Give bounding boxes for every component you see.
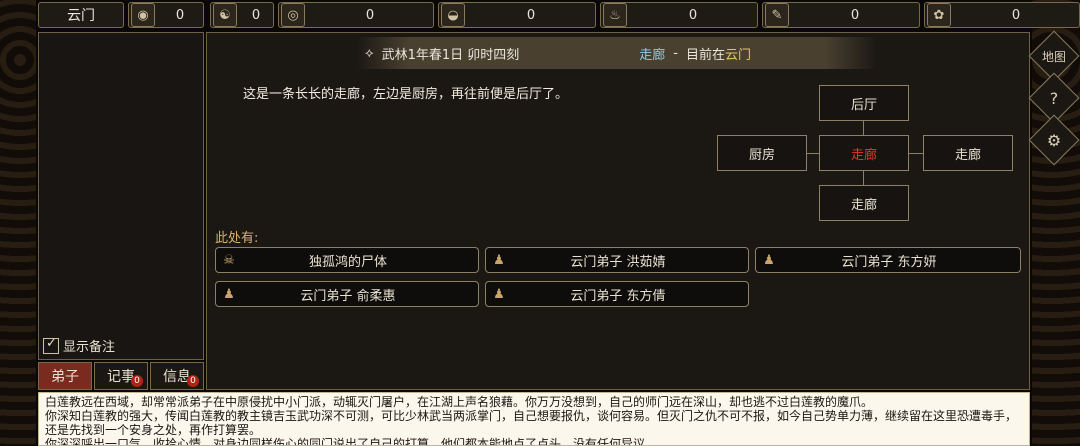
map-link-south <box>863 171 864 185</box>
resource-yinyang-tool[interactable]: ◉ 0 <box>128 2 204 28</box>
map-room-north[interactable]: 后厅 <box>819 85 909 121</box>
room-label: 走廊 <box>850 197 877 213</box>
tab-label: 弟子 <box>51 369 79 385</box>
coin-icon: ◎ <box>281 3 305 27</box>
room-label: 厨房 <box>748 147 775 163</box>
story-line: 白莲教远在西域，却常常派弟子在中原侵扰中小门派，动辄灭门屠户，在江湖上声名狼藉。… <box>45 395 874 409</box>
entity-npc[interactable]: ♟ 云门弟子 洪茹婧 <box>485 247 749 273</box>
help-icon: ? <box>1049 88 1059 108</box>
entity-name: 云门弟子 东方倩 <box>570 288 666 304</box>
main-panel: ⟡ 武林1年春1日 卯时四刻 走廊 - 目前在 云门 这是一条长长的走廊，左边是… <box>206 32 1030 390</box>
settings-icon: ⚙ <box>1046 130 1062 150</box>
yinyang-tool-icon: ◉ <box>131 3 155 27</box>
person-icon: ♟ <box>493 252 505 268</box>
room-label: 后厅 <box>850 97 877 113</box>
map-link-east <box>909 153 923 154</box>
map-link-north <box>863 121 864 135</box>
info-badge: 0 <box>187 375 199 387</box>
header-strip: ⟡ 武林1年春1日 卯时四刻 走廊 - 目前在 云门 <box>357 37 877 69</box>
entity-name: 云门弟子 俞柔惠 <box>300 288 396 304</box>
room-label: 走廊 <box>954 147 981 163</box>
person-icon: ♟ <box>493 286 505 302</box>
here-label: 此处有: <box>215 231 259 246</box>
map-room-west[interactable]: 厨房 <box>717 135 807 171</box>
person-icon: ♟ <box>763 252 775 268</box>
entity-name: 独孤鸿的尸体 <box>308 254 387 270</box>
story-line: 你深知白莲教的强大，传闻白莲教的教主镜吉玉武功深不可测，可比少林武当两派掌门，自… <box>45 409 1018 437</box>
map-room-center: 走廊 <box>819 135 909 171</box>
resource-value: 0 <box>526 7 536 23</box>
resource-coin[interactable]: ◎ 0 <box>278 2 434 28</box>
story-line: 你深深呼出一口气，收拾心情，对身边同样伤心的同门说出了自己的打算，他们都本能地点… <box>45 437 658 446</box>
entity-corpse[interactable]: ☠ 独孤鸿的尸体 <box>215 247 479 273</box>
tab-info[interactable]: 信息 0 <box>150 362 204 390</box>
location-box[interactable]: 云门 <box>38 2 124 28</box>
resource-value: 0 <box>365 7 375 23</box>
resource-scroll[interactable]: ✎ 0 <box>762 2 920 28</box>
room-description: 这是一条长长的走廊，左边是厨房，再往前便是后厅了。 <box>243 87 569 102</box>
resource-value: 0 <box>688 7 698 23</box>
map-room-south[interactable]: 走廊 <box>819 185 909 221</box>
checkbox-icon: ✓ <box>43 336 59 354</box>
left-ornament <box>0 0 36 446</box>
journal-badge: 0 <box>131 375 143 387</box>
person-icon: ♟ <box>223 286 235 302</box>
game-time: 武林1年春1日 卯时四刻 <box>381 47 520 63</box>
skull-icon: ☠ <box>223 252 235 268</box>
resource-value: 0 <box>1011 7 1021 23</box>
resource-yinyang[interactable]: ☯ 0 <box>210 2 274 28</box>
entity-npc[interactable]: ♟ 云门弟子 俞柔惠 <box>215 281 479 307</box>
current-room-label: 走廊 <box>850 147 877 163</box>
resource-herb[interactable]: ✿ 0 <box>924 2 1080 28</box>
entity-npc[interactable]: ♟ 云门弟子 东方倩 <box>485 281 749 307</box>
story-log: 白莲教远在西域，却常常派弟子在中原侵扰中小门派，动辄灭门屠户，在江湖上声名狼藉。… <box>38 392 1030 446</box>
gourd-icon: ♨ <box>603 3 627 27</box>
compass-icon: ⟡ <box>365 45 374 61</box>
map-icon: 地图 <box>1041 49 1066 64</box>
tab-disciples[interactable]: 弟子 <box>38 362 92 390</box>
show-notes-label: 显示备注 <box>63 340 116 355</box>
header-separator: - <box>673 45 678 61</box>
food-bowl-icon: ◒ <box>441 3 465 27</box>
resource-value: 0 <box>251 7 261 23</box>
map-link-west <box>807 153 819 154</box>
resource-value: 0 <box>850 7 860 23</box>
left-panel: ✓ 显示备注 <box>38 32 204 360</box>
map-room-east[interactable]: 走廊 <box>923 135 1013 171</box>
current-at-label: 目前在 <box>686 47 726 63</box>
entity-name: 云门弟子 东方妍 <box>841 254 937 270</box>
location-label: 云门 <box>67 8 95 24</box>
yinyang-icon: ☯ <box>213 3 237 27</box>
area-name: 云门 <box>725 47 752 63</box>
resource-food[interactable]: ◒ 0 <box>438 2 596 28</box>
show-notes-toggle[interactable]: ✓ 显示备注 <box>43 336 115 355</box>
tab-journal[interactable]: 记事 0 <box>94 362 148 390</box>
herb-icon: ✿ <box>927 3 951 27</box>
resource-gourd[interactable]: ♨ 0 <box>600 2 758 28</box>
scroll-icon: ✎ <box>765 3 789 27</box>
room-name: 走廊 <box>639 47 666 63</box>
entity-name: 云门弟子 洪茹婧 <box>570 254 666 270</box>
resource-value: 0 <box>175 7 185 23</box>
entity-npc[interactable]: ♟ 云门弟子 东方妍 <box>755 247 1021 273</box>
